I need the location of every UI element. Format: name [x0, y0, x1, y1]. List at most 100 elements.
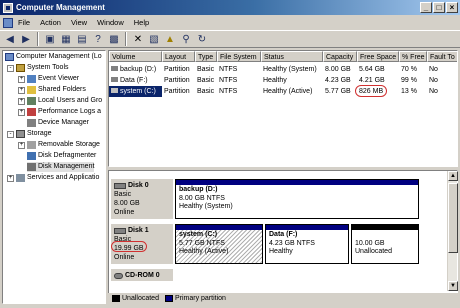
settings-icon[interactable]: ▩: [107, 32, 121, 46]
partition-name: backup (D:): [179, 186, 218, 193]
tools-icon: [16, 64, 25, 72]
column-header-type[interactable]: Type: [195, 51, 217, 62]
volume-file-system: NTFS: [219, 88, 238, 95]
partition-system[interactable]: system (C:) 5.77 GB NTFS Healthy (Active…: [175, 224, 263, 264]
legend-primary-partition: Primary partition: [174, 295, 226, 302]
delete-icon[interactable]: ✕: [131, 32, 145, 46]
back-icon[interactable]: ◀: [3, 32, 17, 46]
table-row[interactable]: Data (F:) Partition Basic NTFS Healthy 4…: [109, 75, 457, 86]
partition-name: [355, 231, 415, 240]
scroll-down-icon[interactable]: ▼: [448, 281, 458, 291]
volume-file-system: NTFS: [219, 66, 238, 73]
title-bar[interactable]: Computer Management _ □ ×: [0, 0, 460, 15]
disk-view-scrollbar[interactable]: ▲ ▼: [447, 171, 458, 291]
menu-action[interactable]: Action: [35, 18, 66, 27]
users-icon: [27, 97, 36, 105]
menu-window[interactable]: Window: [92, 18, 129, 27]
column-header-file-system[interactable]: File System: [217, 51, 261, 62]
maximize-button[interactable]: □: [433, 2, 445, 13]
volume-percent-free: 70 %: [401, 66, 417, 73]
partition-backup[interactable]: backup (D:) 8.00 GB NTFS Healthy (System…: [175, 179, 419, 219]
tree-item-performance-logs[interactable]: + Performance Logs a: [18, 107, 101, 117]
toolbar: ◀ ▶ ▣ ▦ ▤ ? ▩ ✕ ▧ ▲ ⚲ ↻: [0, 30, 460, 48]
tree-item-event-viewer[interactable]: + Event Viewer: [18, 74, 79, 84]
partition-detail: 10.00 GB: [355, 239, 385, 247]
refresh-icon[interactable]: ↻: [195, 32, 209, 46]
column-header-capacity[interactable]: Capacity: [323, 51, 357, 62]
tree-item-storage[interactable]: - Storage: [7, 129, 52, 139]
expand-icon[interactable]: +: [18, 97, 25, 105]
partition-data[interactable]: Data (F:) 4.23 GB NTFS Healthy: [265, 224, 349, 264]
column-header-volume[interactable]: Volume: [109, 51, 162, 62]
expand-icon[interactable]: +: [18, 75, 25, 83]
tree-item-device-manager[interactable]: Device Manager: [27, 118, 89, 128]
disk-kind: Basic: [114, 191, 132, 198]
column-header-status[interactable]: Status: [261, 51, 323, 62]
volume-list[interactable]: Volume Layout Type File System Status Ca…: [108, 50, 458, 167]
partition-detail: 4.23 GB NTFS: [269, 239, 315, 247]
volume-fault-tolerance: No: [429, 77, 438, 84]
volume-capacity: 5.77 GB: [325, 88, 351, 95]
scroll-up-icon[interactable]: ▲: [448, 171, 458, 181]
volume-capacity: 8.00 GB: [325, 66, 351, 73]
tree-item-system-tools[interactable]: - System Tools: [7, 63, 69, 73]
search-icon[interactable]: ⚲: [179, 32, 193, 46]
tree-item-local-users[interactable]: + Local Users and Gro: [18, 96, 102, 106]
menu-file[interactable]: File: [13, 18, 35, 27]
device-manager-icon: [27, 119, 36, 127]
properties-icon[interactable]: ▤: [75, 32, 89, 46]
collapse-icon[interactable]: -: [7, 64, 14, 72]
expand-icon[interactable]: +: [18, 86, 25, 94]
volume-icon: [111, 88, 118, 93]
table-row[interactable]: backup (D:) Partition Basic NTFS Healthy…: [109, 64, 457, 75]
column-header-layout[interactable]: Layout: [162, 51, 195, 62]
help-icon[interactable]: ?: [91, 32, 105, 46]
unallocated-space[interactable]: 10.00 GB Unallocated: [351, 224, 419, 264]
cdrom-0-header[interactable]: CD-ROM 0: [111, 269, 173, 281]
partition-status: Healthy: [269, 248, 293, 255]
services-icon: [16, 174, 25, 182]
volume-name: system (C:): [109, 86, 162, 97]
close-button[interactable]: ×: [446, 2, 458, 13]
expand-icon[interactable]: +: [7, 174, 14, 182]
show-hide-tree-icon[interactable]: ▦: [59, 32, 73, 46]
tree-item-disk-defragmenter[interactable]: Disk Defragmenter: [27, 151, 96, 161]
copy-icon[interactable]: ▧: [147, 32, 161, 46]
tree-item-removable-storage[interactable]: + Removable Storage: [18, 140, 100, 150]
mmc-window-icon[interactable]: [3, 17, 13, 28]
menu-view[interactable]: View: [66, 18, 92, 27]
toolbar-separator: [125, 32, 127, 46]
minimize-button[interactable]: _: [420, 2, 432, 13]
storage-icon: [16, 130, 25, 138]
open-folder-icon[interactable]: ▲: [163, 32, 177, 46]
console-tree[interactable]: Computer Management (Lo - System Tools +…: [2, 50, 106, 304]
column-header-free-space[interactable]: Free Space: [357, 51, 399, 62]
disk-graphical-view[interactable]: Disk 0 Basic 8.00 GB Online backup (D:) …: [108, 170, 458, 304]
volume-layout: Partition: [164, 66, 190, 73]
volume-status: Healthy: [263, 77, 287, 84]
table-row-selected[interactable]: system (C:) Partition Basic NTFS Healthy…: [109, 86, 457, 97]
menu-bar: File Action View Window Help: [0, 15, 460, 30]
cdrom-icon: [114, 272, 123, 279]
toolbar-separator: [37, 32, 39, 46]
collapse-icon[interactable]: -: [7, 130, 14, 138]
up-folder-icon[interactable]: ▣: [43, 32, 57, 46]
tree-item-services-applications[interactable]: + Services and Applicatio: [7, 173, 99, 183]
forward-icon[interactable]: ▶: [19, 32, 33, 46]
column-header-percent-free[interactable]: % Free: [399, 51, 427, 62]
folder-icon: [27, 86, 36, 94]
partition-detail: 8.00 GB NTFS: [179, 194, 225, 202]
scroll-thumb[interactable]: [448, 183, 458, 253]
disk-0-header[interactable]: Disk 0 Basic 8.00 GB Online: [111, 179, 173, 219]
tree-item-computer-management[interactable]: Computer Management (Lo: [5, 52, 102, 62]
expand-icon[interactable]: +: [18, 141, 25, 149]
tree-item-shared-folders[interactable]: + Shared Folders: [18, 85, 86, 95]
menu-help[interactable]: Help: [129, 18, 154, 27]
unallocated-swatch: [112, 295, 120, 302]
expand-icon[interactable]: +: [18, 108, 25, 116]
partition-status: Unallocated: [355, 248, 392, 255]
legend: Unallocated Primary partition: [108, 293, 458, 304]
volume-status: Healthy (Active): [263, 88, 313, 95]
tree-item-disk-management[interactable]: Disk Management: [27, 162, 95, 172]
column-header-fault-tolerance[interactable]: Fault To: [427, 51, 457, 62]
